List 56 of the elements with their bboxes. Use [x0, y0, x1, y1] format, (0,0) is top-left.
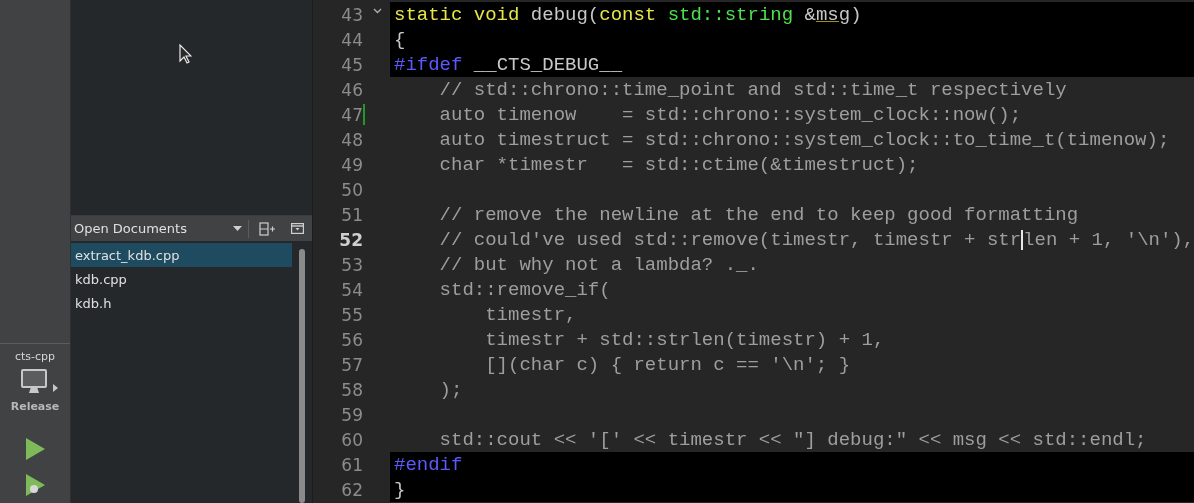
text-cursor [1021, 229, 1024, 250]
line-number: 58 [340, 379, 363, 400]
line-number: 53 [340, 254, 363, 275]
document-item[interactable]: kdb.cpp [71, 267, 292, 291]
debug-run-icon[interactable] [25, 474, 45, 496]
code-line: len + 1, '\n'), [1023, 228, 1194, 251]
line-number: 57 [340, 354, 363, 375]
line-number: 48 [340, 129, 363, 150]
fold-chevron-icon[interactable] [373, 7, 382, 14]
line-number: 61 [340, 454, 363, 475]
line-number: 50 [340, 179, 363, 200]
document-item[interactable]: kdb.h [71, 291, 292, 315]
code-line: // remove the newline at the end to keep good formatting [438, 203, 1079, 226]
line-number: 49 [340, 154, 363, 175]
project-name: cts-cpp [14, 350, 56, 363]
code-line: static void debug(const std::string &msg) [394, 3, 862, 26]
code-line: timestr + std::strlen(timestr) + 1, [484, 328, 885, 351]
line-number: 54 [340, 279, 363, 300]
run-icon[interactable] [25, 438, 45, 460]
code-line: { [394, 28, 406, 51]
line-number: 59 [340, 404, 363, 425]
code-line: std::remove_if( [438, 278, 611, 301]
split-icon[interactable] [259, 221, 275, 236]
code-line: auto timestruct = std::chrono::system_clock::to_time_t(timenow); [438, 128, 1170, 151]
line-number: 45 [340, 54, 363, 75]
line-number: 60 [340, 429, 363, 450]
panel-title[interactable]: Open Documents [74, 221, 227, 236]
monitor-icon[interactable] [20, 369, 47, 394]
document-item[interactable]: extract_kdb.cpp [71, 243, 292, 267]
line-number: 47 [340, 104, 363, 125]
line-number: 46 [340, 79, 363, 100]
code-line: } [394, 478, 406, 501]
code-line: #endif [394, 453, 463, 476]
code-line: // but why not a lambda? ._. [438, 253, 759, 276]
code-line: // could've used std::remove(timestr, timestr + str [438, 228, 1022, 251]
close-panel-icon[interactable] [291, 223, 304, 234]
dropdown-caret-icon[interactable] [233, 226, 242, 231]
code-line: [](char c) { return c == '\n'; } [484, 353, 851, 376]
code-line: // std::chrono::time_point and std::time_t respectively [438, 78, 1067, 101]
mouse-pointer-icon [179, 44, 192, 64]
line-number: 44 [340, 29, 363, 50]
code-line: ); [438, 378, 463, 401]
line-number: 52 [338, 229, 363, 250]
build-configuration: Release [10, 400, 60, 413]
caret-icon[interactable] [52, 384, 58, 392]
code-line: std::cout << '[' << timestr << "] debug:" << msg << std::endl; [438, 428, 1147, 451]
scrollbar[interactable] [299, 249, 305, 503]
code-line: timestr, [484, 303, 577, 326]
code-line: auto timenow = std::chrono::system_clock::now(); [438, 103, 1022, 126]
line-number: 51 [340, 204, 363, 225]
line-number: 56 [340, 329, 363, 350]
code-line: #ifdef __CTS_DEBUG__ [394, 53, 623, 76]
code-line: char *timestr = std::ctime(&timestruct); [438, 153, 919, 176]
line-number: 55 [340, 304, 363, 325]
line-number: 43 [340, 4, 363, 25]
line-number: 62 [340, 479, 363, 500]
